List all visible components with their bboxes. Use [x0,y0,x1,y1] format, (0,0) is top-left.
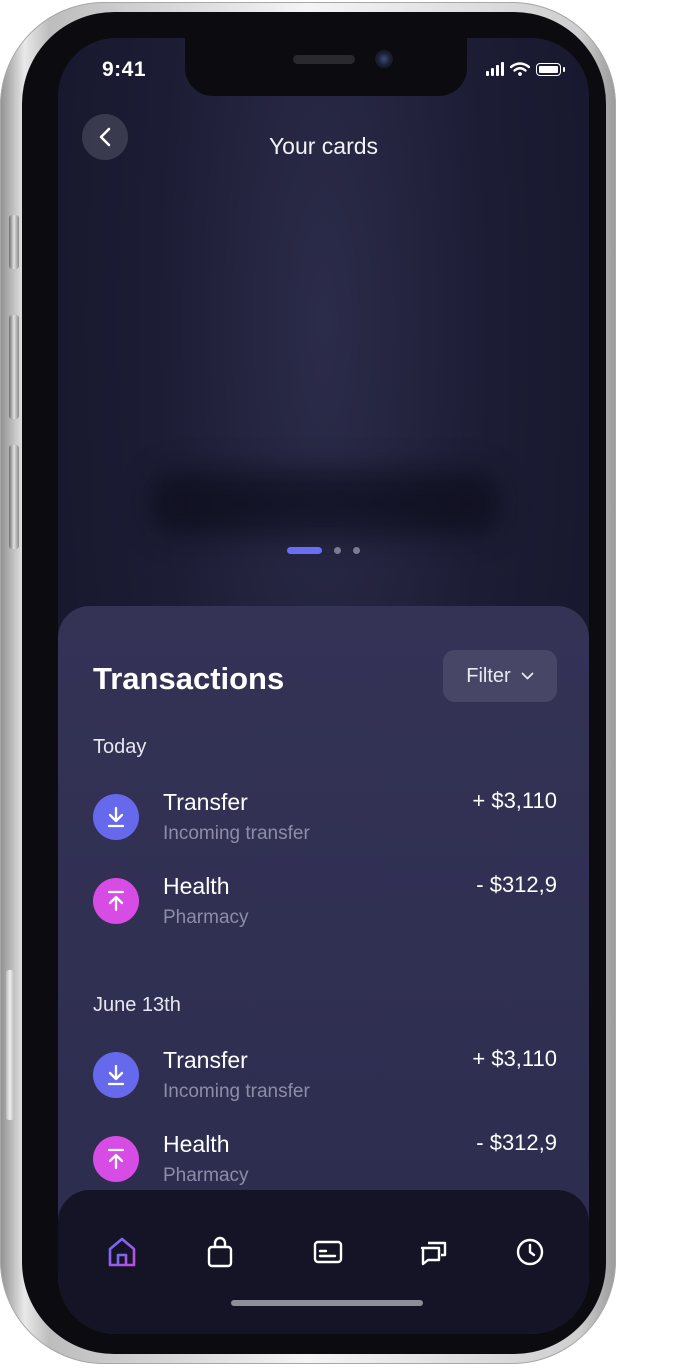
tab-history[interactable] [512,1234,548,1270]
tab-bar [58,1190,589,1334]
carousel-pagination [287,547,360,554]
transactions-title: Transactions [93,661,285,696]
front-camera [375,50,393,68]
app-screen: 9:41 Your cards Transactions Filter Toda… [58,38,589,1334]
arrow-up-icon [93,878,139,924]
pagination-dot-active[interactable] [287,547,322,554]
arrow-up-icon [93,1136,139,1182]
clock-icon [516,1238,544,1266]
battery-icon [536,63,561,76]
transaction-row[interactable]: Health Pharmacy - $312,9 [93,1130,557,1194]
silent-switch [9,215,19,269]
chevron-down-icon [521,672,534,680]
sim-tray [6,970,14,1120]
page-title: Your cards [268,133,379,159]
date-group-label: Today [93,736,147,758]
card-icon [313,1240,343,1264]
tab-cards[interactable] [310,1234,346,1270]
card-carousel-area[interactable] [150,470,500,536]
transaction-subtitle: Pharmacy [163,1165,249,1186]
transaction-row[interactable]: Transfer Incoming transfer + $3,110 [93,788,557,852]
transaction-subtitle: Incoming transfer [163,823,310,844]
filter-button[interactable]: Filter [443,650,557,702]
transaction-amount: + $3,110 [472,788,557,813]
earpiece-speaker [293,55,355,64]
arrow-down-icon [93,1052,139,1098]
notch [185,38,467,96]
wifi-icon [510,62,530,76]
shopping-bag-icon [207,1236,233,1268]
transaction-row[interactable]: Transfer Incoming transfer + $3,110 [93,1046,557,1110]
transaction-subtitle: Incoming transfer [163,1081,310,1102]
chat-icon [420,1241,447,1266]
transaction-amount: - $312,9 [476,1130,557,1155]
status-time: 9:41 [102,58,147,81]
pagination-dot[interactable] [334,547,341,554]
tab-messages[interactable] [416,1234,452,1270]
transaction-subtitle: Pharmacy [163,907,249,928]
battery-tip [563,67,565,72]
tab-shop[interactable] [202,1234,238,1270]
arrow-down-icon [93,794,139,840]
tab-home[interactable] [104,1234,140,1270]
transaction-title: Transfer [163,1047,248,1073]
transaction-title: Health [163,1131,230,1157]
status-icons [486,60,565,76]
volume-up-button [9,315,19,419]
home-icon [108,1237,136,1267]
volume-down-button [9,445,19,549]
date-group-label: June 13th [93,994,181,1016]
home-indicator[interactable] [231,1300,423,1306]
transaction-row[interactable]: Health Pharmacy - $312,9 [93,872,557,936]
pagination-dot[interactable] [353,547,360,554]
cellular-signal-icon [486,62,504,76]
transaction-title: Transfer [163,789,248,815]
transaction-amount: - $312,9 [476,872,557,897]
transaction-amount: + $3,110 [472,1046,557,1071]
transaction-title: Health [163,873,230,899]
filter-label: Filter [466,664,511,687]
